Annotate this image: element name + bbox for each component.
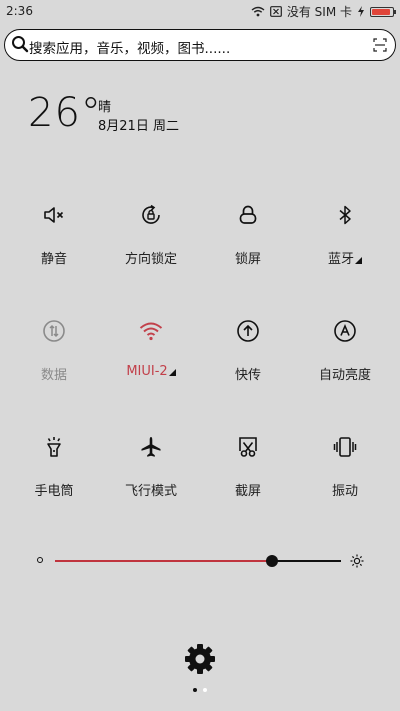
mute-icon: [42, 203, 66, 227]
sim-absent-icon: [269, 6, 282, 17]
status-icons: 没有 SIM 卡: [251, 3, 396, 20]
status-bar: 2:36 没有 SIM 卡: [0, 0, 400, 22]
toggle-screenshot[interactable]: 截屏: [198, 428, 298, 508]
battery-fill: [372, 8, 390, 15]
toggle-label: 蓝牙: [295, 248, 395, 267]
screenshot-icon: [236, 435, 260, 459]
search-bar[interactable]: 搜索应用，音乐，视频，图书......: [4, 29, 396, 61]
toggle-rotation-lock[interactable]: 方向锁定: [101, 196, 201, 276]
brightness-thumb[interactable]: [266, 555, 279, 567]
scan-icon[interactable]: [373, 37, 387, 56]
status-time: 2:36: [6, 4, 33, 18]
toggle-label-text: 蓝牙: [327, 252, 354, 267]
submenu-indicator-icon: [355, 257, 362, 264]
weather-condition: 晴: [98, 100, 112, 115]
search-input[interactable]: 搜索应用，音乐，视频，图书......: [29, 37, 230, 57]
toggle-auto-brightness[interactable]: 自动亮度: [295, 312, 395, 392]
toggle-label: 振动: [331, 484, 358, 499]
mi-drop-icon: [236, 319, 260, 343]
toggle-vibrate[interactable]: 振动: [295, 428, 395, 508]
submenu-indicator-icon: [168, 369, 176, 376]
flashlight-icon: [42, 435, 66, 459]
page-dot: [203, 688, 207, 692]
toggle-label: 飞行模式: [124, 484, 177, 499]
mobile-data-icon: [42, 319, 66, 343]
airplane-icon: [139, 435, 163, 459]
toggle-label-text: MIUI-2: [126, 364, 168, 379]
brightness-fill: [55, 560, 273, 562]
toggle-label: 数据: [40, 368, 67, 383]
toggle-mobile-data[interactable]: 数据: [4, 312, 104, 392]
weather-date: 8月21日 周二: [98, 119, 179, 134]
toggle-label: 静音: [40, 252, 67, 267]
vibrate-icon: [333, 435, 357, 459]
toggle-wifi[interactable]: MIUI-2: [101, 312, 201, 392]
toggle-flashlight[interactable]: 手电筒: [4, 428, 104, 508]
toggle-mute[interactable]: 静音: [4, 196, 104, 276]
sim-status-text: 没有 SIM 卡: [286, 5, 352, 19]
toggle-label: 快传: [234, 368, 261, 383]
brightness-slider[interactable]: [0, 548, 400, 572]
brightness-low-icon: [37, 557, 43, 563]
toggle-bluetooth[interactable]: 蓝牙: [295, 196, 395, 276]
search-icon[interactable]: [11, 35, 29, 57]
battery-icon: [370, 6, 396, 17]
toggle-airplane-mode[interactable]: 飞行模式: [101, 428, 201, 508]
toggle-mi-drop[interactable]: 快传: [198, 312, 298, 392]
wifi-icon: [251, 6, 265, 17]
toggle-label: MIUI-2: [101, 364, 201, 379]
toggle-label: 手电筒: [34, 484, 74, 499]
lock-icon: [236, 203, 260, 227]
temperature: 26°: [28, 90, 102, 136]
toggle-label: 自动亮度: [318, 368, 371, 383]
wifi-icon: [139, 319, 163, 343]
gear-icon[interactable]: [183, 642, 217, 676]
charging-icon: [357, 6, 365, 17]
weather-widget[interactable]: 26°: [28, 90, 102, 136]
toggle-label: 锁屏: [234, 252, 261, 267]
rotation-lock-icon: [139, 203, 163, 227]
toggle-label: 截屏: [234, 484, 261, 499]
toggle-label: 方向锁定: [124, 252, 177, 267]
page-indicator: [190, 688, 210, 694]
bluetooth-icon: [333, 203, 357, 227]
auto-brightness-icon: [333, 319, 357, 343]
page-dot: [193, 688, 197, 692]
toggle-lock-screen[interactable]: 锁屏: [198, 196, 298, 276]
brightness-high-icon: [350, 553, 364, 572]
